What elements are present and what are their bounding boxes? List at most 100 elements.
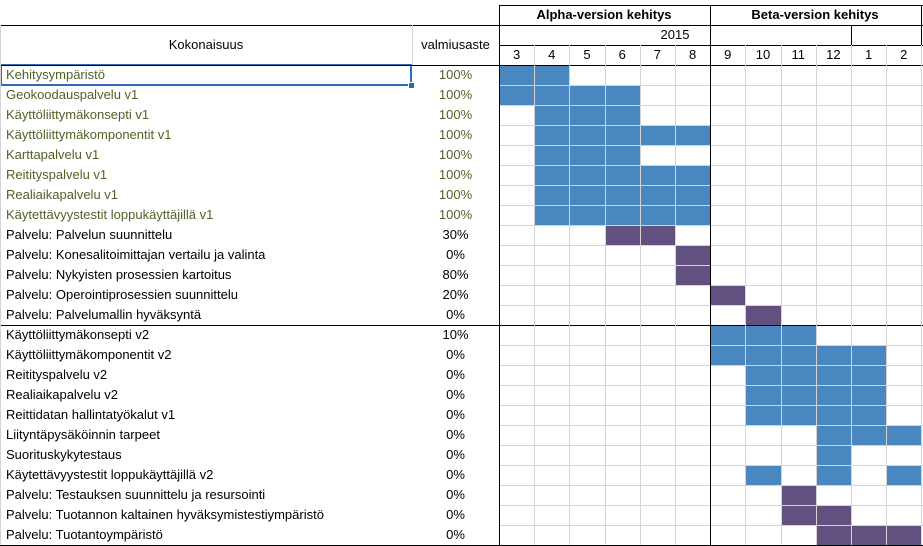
development-bar[interactable] <box>534 205 711 225</box>
completion-cell[interactable]: 100% <box>412 145 499 165</box>
development-bar[interactable] <box>886 465 922 485</box>
task-name-cell[interactable]: Reitityspalvelu v2 <box>0 365 412 385</box>
grid-vline <box>815 45 817 545</box>
grid-vline <box>0 25 1 545</box>
development-bar[interactable] <box>710 345 887 365</box>
completion-cell[interactable]: 0% <box>412 485 499 505</box>
task-name-cell[interactable]: Realiaikapalvelu v1 <box>0 185 412 205</box>
development-bar[interactable] <box>815 425 922 445</box>
month-border <box>0 65 923 66</box>
grid-vline <box>534 45 536 545</box>
grid-vline <box>851 45 852 545</box>
completion-cell[interactable]: 100% <box>412 85 499 105</box>
completion-cell[interactable]: 10% <box>412 325 499 345</box>
task-name-cell[interactable]: Suorituskykytestaus <box>0 445 412 465</box>
completion-cell[interactable]: 100% <box>412 205 499 225</box>
month-header-7[interactable]: 7 <box>640 45 675 65</box>
completion-cell[interactable]: 0% <box>412 245 499 265</box>
task-name-cell[interactable]: Palvelu: Testauksen suunnittelu ja resur… <box>0 485 412 505</box>
task-name-cell[interactable]: Palvelu: Tuotantoympäristö <box>0 525 412 545</box>
month-header-5[interactable]: 5 <box>569 45 604 65</box>
completion-cell[interactable]: 0% <box>412 425 499 445</box>
completion-cell[interactable]: 0% <box>412 505 499 525</box>
completion-cell[interactable]: 0% <box>412 525 499 545</box>
valmiusaste-header[interactable]: valmiusaste <box>412 25 499 65</box>
month-header-9[interactable]: 9 <box>710 45 745 65</box>
service-bar[interactable] <box>710 285 746 305</box>
grid-vline <box>780 45 782 545</box>
task-name-cell[interactable]: Geokoodauspalvelu v1 <box>0 85 412 105</box>
completion-cell[interactable]: 100% <box>412 125 499 145</box>
service-bar[interactable] <box>780 485 816 505</box>
completion-cell[interactable]: 0% <box>412 305 499 325</box>
service-bar[interactable] <box>745 305 781 325</box>
service-bar[interactable] <box>675 245 711 265</box>
task-name-cell[interactable]: Palvelu: Tuotannon kaltainen hyväksymist… <box>0 505 412 525</box>
phase-divider <box>710 5 712 545</box>
completion-cell[interactable]: 100% <box>412 165 499 185</box>
development-bar[interactable] <box>534 145 640 165</box>
completion-cell[interactable]: 100% <box>412 185 499 205</box>
task-name-cell[interactable]: Realiaikapalvelu v2 <box>0 385 412 405</box>
completion-cell[interactable]: 0% <box>412 365 499 385</box>
task-name-cell[interactable]: Käyttöliittymäkomponentit v2 <box>0 345 412 365</box>
grid-vline <box>675 45 676 545</box>
grid-vline <box>745 45 747 545</box>
development-bar[interactable] <box>534 185 711 205</box>
beta-phase-header[interactable]: Beta-version kehitys <box>709 5 921 25</box>
completion-cell[interactable]: 0% <box>412 405 499 425</box>
grid-vline <box>412 25 413 65</box>
task-name-cell[interactable]: Palvelu: Palvelumallin hyväksyntä <box>0 305 412 325</box>
month-header-10[interactable]: 10 <box>745 45 780 65</box>
completion-cell[interactable]: 20% <box>412 285 499 305</box>
gantt-left-border <box>499 5 500 545</box>
completion-cell[interactable]: 0% <box>412 345 499 365</box>
gantt-spreadsheet: Alpha-version kehitys Beta-version kehit… <box>0 0 923 546</box>
month-header-12[interactable]: 12 <box>816 45 851 65</box>
service-bar[interactable] <box>675 265 711 285</box>
task-name-cell[interactable]: Käyttöliittymäkonsepti v1 <box>0 105 412 125</box>
task-name-cell[interactable]: Reittidatan hallintatyökalut v1 <box>0 405 412 425</box>
task-name-cell[interactable]: Palvelu: Konesalitoimittajan vertailu ja… <box>0 245 412 265</box>
task-name-cell[interactable]: Käyttöliittymäkonsepti v2 <box>0 325 412 345</box>
month-header-6[interactable]: 6 <box>605 45 640 65</box>
task-name-cell[interactable]: Reitityspalvelu v1 <box>0 165 412 185</box>
completion-cell[interactable]: 30% <box>412 225 499 245</box>
task-name-cell[interactable]: Käyttöliittymäkomponentit v1 <box>0 125 412 145</box>
completion-cell[interactable]: 0% <box>412 385 499 405</box>
development-bar[interactable] <box>815 445 851 465</box>
month-header-11[interactable]: 11 <box>781 45 816 65</box>
development-bar[interactable] <box>815 465 851 485</box>
selected-cell-outline <box>0 64 412 86</box>
kokonaisuus-header[interactable]: Kokonaisuus <box>0 25 412 65</box>
month-header-3[interactable]: 3 <box>499 45 534 65</box>
task-name-cell[interactable]: Palvelu: Operointiprosessien suunnittelu <box>0 285 412 305</box>
completion-cell[interactable]: 100% <box>412 65 499 85</box>
completion-cell[interactable]: 0% <box>412 465 499 485</box>
task-name-cell[interactable]: Karttapalvelu v1 <box>0 145 412 165</box>
alpha-phase-header[interactable]: Alpha-version kehitys <box>499 5 709 25</box>
task-name-cell[interactable]: Käytettävyystestit loppukäyttäjillä v2 <box>0 465 412 485</box>
grid-vline <box>921 45 923 545</box>
grid-vline <box>569 45 571 545</box>
month-header-2[interactable]: 2 <box>886 45 921 65</box>
completion-cell[interactable]: 0% <box>412 445 499 465</box>
task-name-cell[interactable]: Palvelu: Nykyisten prosessien kartoitus <box>0 265 412 285</box>
service-bar[interactable] <box>815 525 922 545</box>
completion-cell[interactable]: 80% <box>412 265 499 285</box>
month-header-4[interactable]: 4 <box>534 45 569 65</box>
task-name-cell[interactable]: Käytettävyystestit loppukäyttäjillä v1 <box>0 205 412 225</box>
beta-right-border <box>921 5 922 45</box>
development-bar[interactable] <box>534 105 640 125</box>
development-bar[interactable] <box>745 465 781 485</box>
task-name-cell[interactable]: Palvelu: Palvelun suunnittelu <box>0 225 412 245</box>
development-bar[interactable] <box>534 165 711 185</box>
task-name-cell[interactable]: Liityntäpysäköinnin tarpeet <box>0 425 412 445</box>
completion-cell[interactable]: 100% <box>412 105 499 125</box>
header-border <box>0 25 923 26</box>
month-header-8[interactable]: 8 <box>675 45 710 65</box>
year-header[interactable]: 2015 <box>499 25 851 45</box>
development-bar[interactable] <box>534 125 711 145</box>
development-bar[interactable] <box>710 325 816 345</box>
month-header-1[interactable]: 1 <box>851 45 886 65</box>
